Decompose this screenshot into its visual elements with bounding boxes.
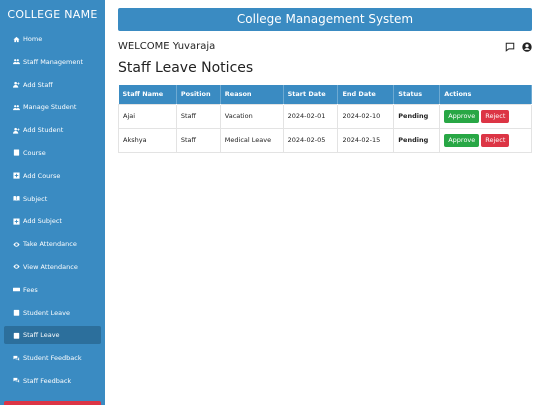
sidebar-item-label: Student Leave (23, 308, 70, 317)
staff-name-cell: Ajai (118, 103, 177, 129)
staff-name-cell: Akshya (118, 127, 177, 153)
sidebar-item-course[interactable]: Course (4, 144, 101, 162)
sidebar-item-add-student[interactable]: Add Student (4, 121, 101, 139)
users-icon (12, 103, 20, 111)
user-plus-icon (12, 126, 20, 134)
eye-icon (12, 240, 20, 248)
column-header: End Date (337, 85, 395, 104)
sidebar-item-student-leave[interactable]: Student Leave (4, 304, 101, 322)
table-row: Akshya Staff Medical Leave 2024-02-05 2024-0… (118, 127, 532, 153)
user-profile-icon[interactable] (522, 37, 532, 56)
sidebar-item-label: Fees (23, 285, 38, 294)
top-icons (505, 37, 532, 56)
book-icon (12, 149, 20, 157)
header-title: College Management System (118, 8, 532, 31)
sidebar-item-add-course[interactable]: Add Course (4, 167, 101, 185)
column-header: Status (393, 85, 441, 104)
position-cell: Staff (175, 127, 221, 153)
brand-title: COLLEGE NAME (7, 8, 98, 21)
sidebar-item-staff-leave[interactable]: Staff Leave (4, 326, 101, 345)
sidebar-item-label: Manage Student (23, 103, 77, 112)
sidebar-item-label: Take Attendance (23, 240, 77, 249)
plus-square-icon (12, 172, 20, 180)
sidebar-item-label: Staff Leave (23, 331, 60, 340)
welcome-text: WELCOME Yuvaraja (118, 40, 216, 52)
sidebar-item-staff-management[interactable]: Staff Management (4, 53, 101, 71)
column-header: Reason (220, 85, 284, 104)
main-content: College Management System WELCOME Yuvara… (118, 8, 532, 153)
actions-cell: Approve Reject (439, 103, 532, 129)
sidebar-nav: Home Staff Management Add Staff Manage Stud… (0, 30, 105, 390)
actions-cell: Approve Reject (439, 127, 532, 153)
sidebar-item-add-subject[interactable]: Add Subject (4, 212, 101, 230)
sidebar-item-label: Staff Feedback (23, 376, 72, 385)
comments-icon (12, 377, 20, 385)
table-row: Ajai Staff Vacation 2024-02-01 2024-02-10 Pen… (118, 103, 532, 129)
sidebar-item-label: Course (23, 148, 46, 157)
sidebar-item-label: Add Subject (23, 217, 62, 226)
logout-button[interactable] (4, 401, 101, 405)
message-icon[interactable] (505, 37, 515, 56)
page-title: Staff Leave Notices (118, 60, 254, 76)
sidebar-item-label: Subject (23, 194, 48, 203)
sidebar-item-label: View Attendance (23, 262, 78, 271)
sidebar-item-add-staff[interactable]: Add Staff (4, 76, 101, 94)
approve-button[interactable]: Approve (444, 109, 480, 123)
sidebar-item-fees[interactable]: Fees (4, 281, 101, 299)
status-cell: Pending (393, 127, 441, 153)
sidebar-item-label: Add Staff (23, 80, 53, 89)
user-plus-icon (12, 81, 20, 89)
table-header-row: Staff Name Position Reason Start Date End Da… (118, 85, 532, 104)
end-date-cell: 2024-02-10 (337, 103, 395, 129)
end-date-cell: 2024-02-15 (337, 127, 395, 153)
calendar-icon (12, 331, 20, 339)
staff-leave-table: Staff Name Position Reason Start Date End Da… (118, 85, 532, 153)
home-icon (12, 35, 20, 43)
sidebar-item-home[interactable]: Home (4, 30, 101, 48)
reject-button[interactable]: Reject (481, 109, 510, 123)
start-date-cell: 2024-02-05 (282, 127, 339, 153)
start-date-cell: 2024-02-01 (282, 103, 339, 129)
sidebar-item-take-attendance[interactable]: Take Attendance (4, 235, 101, 253)
sidebar-item-label: Staff Management (23, 57, 84, 66)
money-icon (12, 286, 20, 294)
column-header: Position (176, 85, 221, 104)
sidebar-item-student-feedback[interactable]: Student Feedback (4, 349, 101, 367)
sidebar: COLLEGE NAME Home Staff Management Add Sta… (0, 0, 105, 405)
open-book-icon (12, 195, 20, 203)
calendar-icon (12, 309, 20, 317)
reason-cell: Medical Leave (219, 127, 284, 153)
sidebar-item-label: Add Student (23, 126, 64, 135)
sidebar-item-label: Student Feedback (23, 354, 82, 363)
approve-button[interactable]: Approve (444, 133, 480, 147)
sidebar-item-label: Home (23, 35, 43, 43)
reject-button[interactable]: Reject (481, 133, 510, 147)
column-header: Staff Name (118, 85, 177, 104)
welcome-row: WELCOME Yuvaraja (118, 39, 532, 53)
eye-icon (12, 263, 20, 271)
sidebar-item-staff-feedback[interactable]: Staff Feedback (4, 372, 101, 390)
sidebar-item-view-attendance[interactable]: View Attendance (4, 258, 101, 276)
users-icon (12, 58, 20, 66)
sidebar-item-label: Add Course (23, 171, 61, 180)
comments-icon (12, 354, 20, 362)
table-body: Ajai Staff Vacation 2024-02-01 2024-02-10 Pen… (118, 103, 532, 153)
sidebar-item-manage-student[interactable]: Manage Student (4, 98, 101, 116)
status-cell: Pending (393, 103, 441, 129)
reason-cell: Vacation (219, 103, 284, 129)
column-header: Actions (439, 85, 532, 104)
position-cell: Staff (175, 103, 221, 129)
column-header: Start Date (283, 85, 339, 104)
plus-square-icon (12, 217, 20, 225)
sidebar-item-subject[interactable]: Subject (4, 190, 101, 208)
